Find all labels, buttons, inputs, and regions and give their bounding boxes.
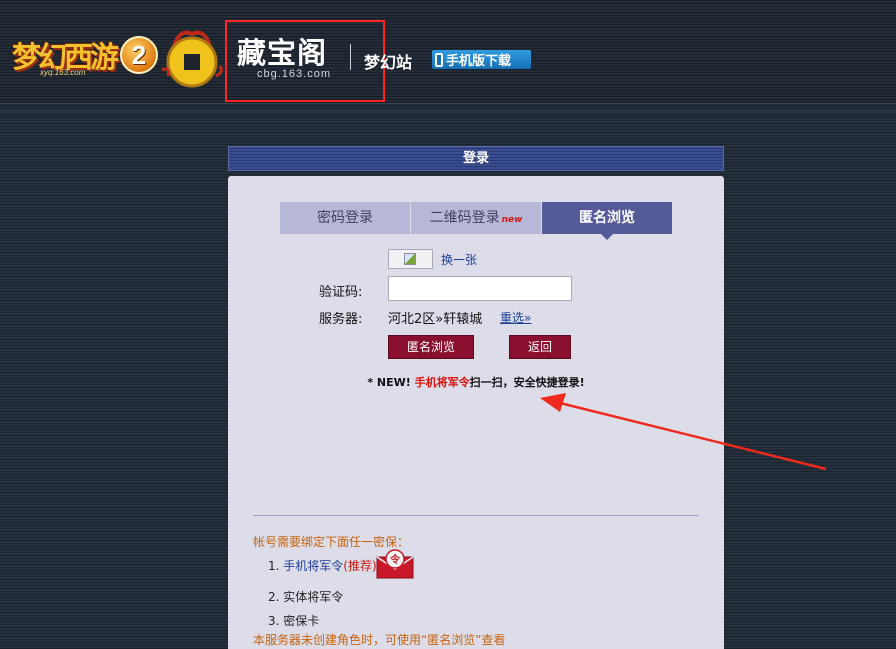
token-envelope-icon[interactable]: 令: [376, 549, 414, 579]
mobile-download-label: 手机版下载: [446, 54, 512, 69]
login-tabs: 密码登录 二维码登录 new 匿名浏览: [280, 202, 672, 240]
game-logo[interactable]: 梦幻西游 2 xyq.163.com: [10, 30, 158, 80]
notice-prefix: * NEW!: [367, 376, 415, 389]
anonymous-browse-button[interactable]: 匿名浏览: [388, 335, 474, 359]
tab-qrcode-login[interactable]: 二维码登录 new: [411, 202, 542, 234]
broken-image-icon: [404, 253, 416, 265]
login-panel: 密码登录 二维码登录 new 匿名浏览 换一张 验证码: 服务器: 河北2区»轩辕…: [228, 176, 724, 649]
tab-password-login-label: 密码登录: [317, 210, 373, 226]
site-header: 梦幻西游 2 xyq.163.com 藏宝阁 cbg.163.com 梦幻站 手…: [0, 0, 896, 104]
login-panel-title: 登录: [228, 146, 724, 171]
server-label: 服务器:: [319, 312, 363, 327]
option-number: 3.: [268, 614, 280, 628]
header-divider: [350, 44, 351, 70]
section-divider: [253, 515, 698, 516]
captcha-label: 验证码:: [319, 285, 363, 300]
cbg-logo-title: 藏宝阁: [237, 36, 328, 70]
tab-password-login[interactable]: 密码登录: [280, 202, 411, 234]
option-number: 1.: [268, 559, 280, 573]
token-icon-char: 令: [389, 553, 401, 566]
game-logo-number: 2: [120, 36, 158, 74]
captcha-refresh-link[interactable]: 换一张: [441, 251, 477, 268]
site-name: 梦幻站: [364, 53, 413, 72]
security-option-1: 1. 手机将军令(推荐): [268, 557, 377, 574]
tab-qrcode-login-label: 二维码登录: [429, 210, 500, 226]
reselect-server-link[interactable]: 重选»: [500, 309, 531, 326]
back-button[interactable]: 返回: [509, 335, 571, 359]
option-number: 2.: [268, 590, 280, 604]
captcha-input[interactable]: [388, 276, 572, 301]
new-badge: new: [501, 215, 523, 225]
notice-suffix: 扫一扫，安全快捷登录!: [469, 376, 585, 389]
security-option-3: 3. 密保卡: [268, 612, 319, 629]
anonymous-browse-note: 本服务器未创建角色时，可使用“匿名浏览”查看: [253, 633, 506, 647]
mobile-download-button[interactable]: 手机版下载: [432, 50, 531, 69]
security-bind-title: 帐号需要绑定下面任一密保：: [253, 535, 410, 549]
coin-mascot-icon: [161, 30, 223, 88]
notice-highlight[interactable]: 手机将军令: [415, 376, 470, 389]
server-value: 河北2区»轩辕城: [388, 312, 483, 327]
security-card-label: 密保卡: [283, 614, 320, 628]
mobile-token-link[interactable]: 手机将军令: [283, 559, 343, 573]
security-option-2: 2. 实体将军令: [268, 588, 343, 605]
tab-anonymous-browse-label: 匿名浏览: [579, 210, 635, 226]
cbg-logo-url: cbg.163.com: [257, 68, 331, 80]
promo-notice: * NEW! 手机将军令扫一扫，安全快捷登录!: [228, 374, 724, 390]
tab-anonymous-browse[interactable]: 匿名浏览: [542, 202, 672, 240]
recommended-tag: (推荐): [343, 559, 377, 573]
captcha-image[interactable]: [388, 249, 433, 269]
physical-token-label: 实体将军令: [283, 590, 344, 604]
cbg-logo[interactable]: 藏宝阁 cbg.163.com: [225, 20, 385, 102]
phone-icon: [435, 52, 443, 67]
header-divider-line: [0, 110, 896, 116]
game-logo-url: xyq.163.com: [40, 68, 86, 77]
